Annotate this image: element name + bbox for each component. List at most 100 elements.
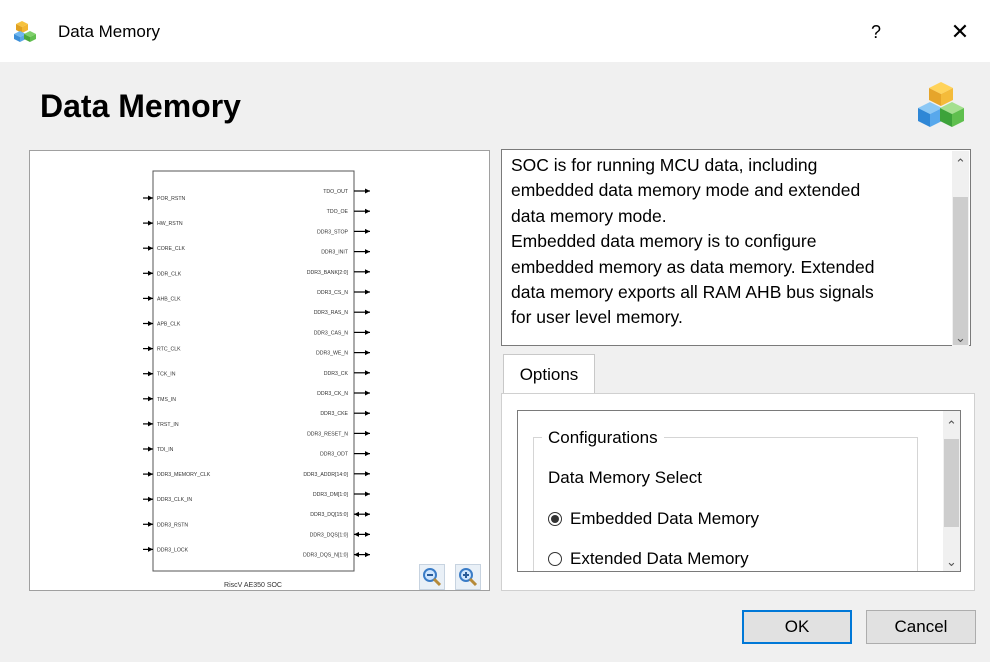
ok-button[interactable]: OK	[742, 610, 852, 644]
block-diagram: RiscV AE350 SOC POR_RSTN HW_RSTN CORE_CLK D…	[143, 170, 370, 589]
pin-label: DDR3_DQS_N[1:0]	[303, 553, 349, 559]
input-pin-arrow	[148, 295, 153, 301]
input-pin-arrow	[148, 546, 153, 552]
pin-label: TRST_IN	[157, 422, 179, 428]
cubes-icon	[918, 82, 964, 127]
pin-label: DDR3_CAS_N	[314, 330, 349, 336]
output-pin-arrow	[365, 471, 370, 477]
block-diagram-preview: RiscV AE350 SOC POR_RSTN HW_RSTN CORE_CLK D…	[29, 150, 490, 591]
output-pin-arrow	[365, 208, 370, 214]
pin-label: DDR3_DM[1:0]	[313, 492, 349, 498]
output-pin-arrow	[365, 350, 370, 356]
pin-label: HW_RSTN	[157, 221, 183, 227]
input-pin-arrow	[148, 245, 153, 251]
input-pin-arrow	[148, 446, 153, 452]
radio-embedded-data-memory[interactable]: Embedded Data Memory	[548, 509, 759, 529]
input-pin-arrow	[148, 471, 153, 477]
pin-label: CORE_CLK	[157, 246, 186, 252]
pin-label: DDR3_DQ[15:0]	[310, 512, 348, 518]
pin-label: DDR3_INIT	[321, 250, 349, 256]
data-memory-select-label: Data Memory Select	[548, 468, 702, 487]
scroll-down-icon[interactable]: ⌄	[952, 329, 969, 346]
output-pin-arrow	[365, 228, 370, 234]
bidir-pin-arrow	[354, 511, 359, 517]
radio-extended-data-memory[interactable]: Extended Data Memory	[548, 549, 749, 569]
pin-label: DDR3_ADDR[14:0]	[303, 472, 348, 478]
output-pin-arrow	[365, 491, 370, 497]
pin-label: DDR3_BANK[2:0]	[307, 270, 349, 276]
pin-label: DDR3_RSTN	[157, 522, 188, 528]
output-pin-arrow	[365, 410, 370, 416]
pin-label: DDR3_STOP	[317, 229, 349, 235]
description-scrollbar[interactable]: ⌃ ⌄	[952, 151, 969, 346]
scroll-thumb[interactable]	[944, 439, 959, 527]
zoom-in-icon	[459, 568, 478, 587]
window-title: Data Memory	[58, 22, 161, 41]
input-pin-arrow	[148, 346, 153, 352]
cubes-app-icon	[14, 21, 36, 42]
pin-label: DDR3_CLK_IN	[157, 497, 192, 503]
input-pin-arrow	[148, 396, 153, 402]
output-pin-arrow	[365, 188, 370, 194]
pin-label: DDR_CLK	[157, 271, 182, 277]
radio-unchecked-icon	[548, 552, 562, 566]
scroll-down-icon[interactable]: ⌄	[943, 553, 960, 570]
output-pin-arrow	[365, 249, 370, 255]
page-title: Data Memory	[40, 88, 241, 124]
output-pin-arrow	[365, 370, 370, 376]
input-pin-arrow	[148, 270, 153, 276]
bidir-pin-arrow	[354, 531, 359, 537]
output-pin-arrow	[365, 329, 370, 335]
zoom-in-button[interactable]	[455, 564, 481, 590]
output-pin-arrow	[365, 552, 370, 558]
help-button[interactable]: ?	[856, 16, 896, 48]
zoom-out-icon	[423, 568, 442, 587]
zoom-out-button[interactable]	[419, 564, 445, 590]
output-pin-arrow	[365, 309, 370, 315]
description-box[interactable]: SOC is for running MCU data, including e…	[501, 149, 971, 346]
description-text: SOC is for running MCU data, including e…	[511, 155, 875, 328]
radio-checked-icon	[548, 512, 562, 526]
output-pin-arrow	[365, 511, 370, 517]
pin-label: DDR3_CK	[324, 371, 349, 377]
scroll-up-icon[interactable]: ⌃	[952, 155, 969, 172]
pin-label: DDR3_DQS[1:0]	[310, 532, 349, 538]
radio-label: Embedded Data Memory	[570, 509, 759, 528]
input-pin-arrow	[148, 496, 153, 502]
scroll-up-icon[interactable]: ⌃	[943, 417, 960, 434]
input-pin-arrow	[148, 371, 153, 377]
group-title: Configurations	[542, 428, 664, 448]
pin-label: DDR3_CS_N	[317, 290, 348, 296]
pin-label: APB_CLK	[157, 322, 181, 328]
pin-label: DDR3_MEMORY_CLK	[157, 472, 211, 478]
input-pin-arrow	[148, 195, 153, 201]
input-pin-arrow	[148, 220, 153, 226]
pin-label: DDR3_WE_N	[316, 351, 348, 357]
pin-label: DDR3_RAS_N	[314, 310, 349, 316]
input-pin-arrow	[148, 421, 153, 427]
pin-label: POR_RSTN	[157, 196, 186, 202]
pin-label: TMS_IN	[157, 397, 176, 403]
close-button[interactable]: ✕	[940, 14, 980, 50]
cancel-button[interactable]: Cancel	[866, 610, 976, 644]
input-pin-arrow	[148, 521, 153, 527]
pin-label: DDR3_CKE	[320, 411, 348, 417]
output-pin-arrow	[365, 451, 370, 457]
output-pin-arrow	[365, 390, 370, 396]
pin-label: DDR3_ODT	[320, 452, 349, 458]
output-pin-arrow	[365, 289, 370, 295]
pin-label: DDR3_LOCK	[157, 547, 189, 553]
options-panel[interactable]: Configurations Data Memory Select Embedd…	[517, 410, 961, 572]
output-pin-arrow	[365, 269, 370, 275]
pin-label: DDR3_RESET_N	[307, 431, 348, 437]
options-scrollbar[interactable]: ⌃ ⌄	[943, 411, 960, 571]
output-pin-arrow	[365, 430, 370, 436]
output-pin-arrow	[365, 531, 370, 537]
pin-label: TCK_IN	[157, 372, 176, 378]
tab-options[interactable]: Options	[503, 354, 595, 394]
pin-label: RTC_CLK	[157, 347, 181, 353]
radio-label: Extended Data Memory	[570, 549, 749, 568]
pin-label: DDR3_CK_N	[317, 391, 348, 397]
pin-label: TDI_IN	[157, 447, 174, 453]
scroll-thumb[interactable]	[953, 197, 968, 345]
